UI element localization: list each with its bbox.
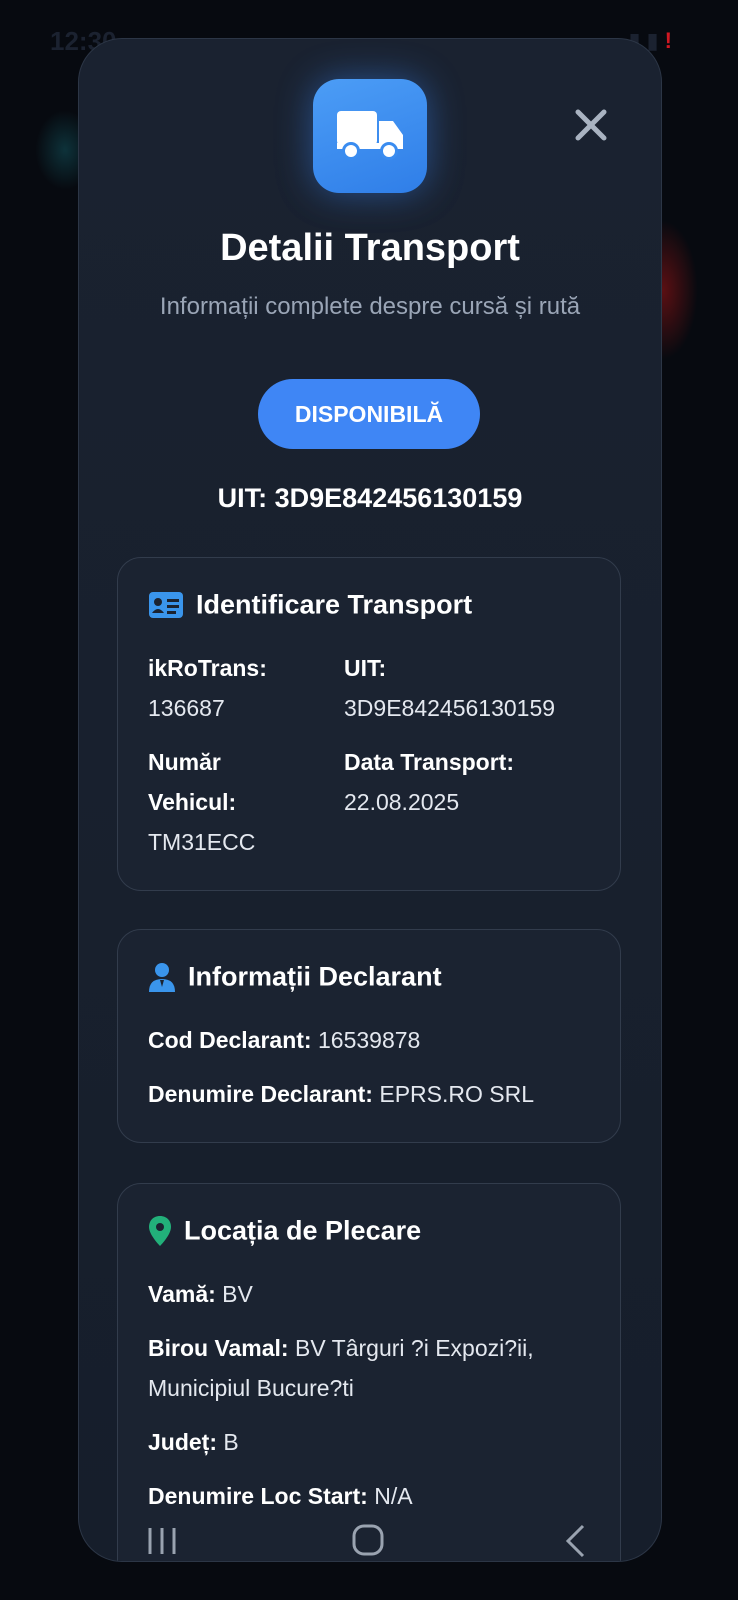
identification-card-header: Identificare Transport [148, 588, 472, 620]
modal-subtitle: Informații complete despre cursă și rută [159, 293, 581, 320]
truck-icon [337, 111, 403, 160]
customs-label: Vamă: [148, 1281, 216, 1307]
declarant-name-label: Denumire Declarant: [148, 1081, 373, 1107]
customs-office-label: Birou Vamal: [148, 1335, 289, 1361]
departure-heading: Locația de Plecare [184, 1215, 422, 1246]
declarant-card-header: Informații Declarant [148, 960, 442, 992]
id-card-icon [149, 591, 183, 618]
uit-heading: UIT: 3D9E842456130159 [217, 483, 523, 513]
ikrotrans-label: ikRoTrans: [148, 655, 267, 681]
uit-value: 3D9E842456130159 [344, 695, 556, 721]
declarant-code-value: 16539878 [317, 1027, 421, 1053]
customs-office-row: Birou Vamal: BV Târguri ?i Expozi?ii, [148, 1328, 600, 1368]
back-icon[interactable] [563, 1523, 587, 1559]
ikrotrans-value: 136687 [148, 695, 225, 721]
customs-value: BV [222, 1281, 253, 1307]
vehicle-value: TM31ECC [148, 829, 256, 855]
customs-row: Vamă: BV [148, 1274, 600, 1314]
county-row: Județ: B [148, 1422, 600, 1462]
close-icon [575, 109, 607, 141]
county-label: Județ: [148, 1429, 217, 1455]
system-nav-bar [0, 1505, 738, 1585]
home-icon[interactable] [351, 1523, 385, 1557]
recent-apps-icon[interactable] [146, 1525, 178, 1557]
customs-office-row-cont: Municipiul Bucure?ti [148, 1368, 600, 1408]
declarant-card: Informații Declarant Cod Declarant: 1653… [117, 929, 621, 1143]
declarant-code-label: Cod Declarant: [148, 1027, 312, 1053]
declarant-name-row: Denumire Declarant: EPRS.RO SRL [148, 1074, 600, 1114]
date-value: 22.08.2025 [344, 789, 460, 815]
declarant-name-value: EPRS.RO SRL [379, 1081, 535, 1107]
customs-office-value-cont: Municipiul Bucure?ti [148, 1375, 354, 1401]
close-button[interactable] [573, 107, 609, 143]
status-badge[interactable]: DISPONIBILĂ [258, 379, 480, 449]
location-pin-icon [149, 1215, 171, 1246]
vehicle-label-line1: Număr [148, 749, 221, 775]
truck-icon-tile [313, 79, 427, 193]
modal-title: Detalii Transport [220, 227, 520, 269]
date-label: Data Transport: [344, 749, 514, 775]
identification-card: Identificare Transport ikRoTrans: 136687… [117, 557, 621, 891]
vehicle-label-line2: Vehicul: [148, 789, 237, 815]
declarant-heading: Informații Declarant [188, 961, 442, 992]
uit-label: UIT: [344, 655, 387, 681]
declarant-code-row: Cod Declarant: 16539878 [148, 1020, 600, 1060]
county-value: B [223, 1429, 239, 1455]
identification-heading: Identificare Transport [196, 589, 473, 620]
alert-icon: ! [664, 28, 678, 53]
person-icon [149, 962, 175, 992]
departure-card-header: Locația de Plecare [148, 1214, 421, 1247]
transport-details-modal: Detalii Transport Informații complete de… [78, 38, 662, 1562]
customs-office-value: BV Târguri ?i Expozi?ii, [295, 1335, 534, 1361]
